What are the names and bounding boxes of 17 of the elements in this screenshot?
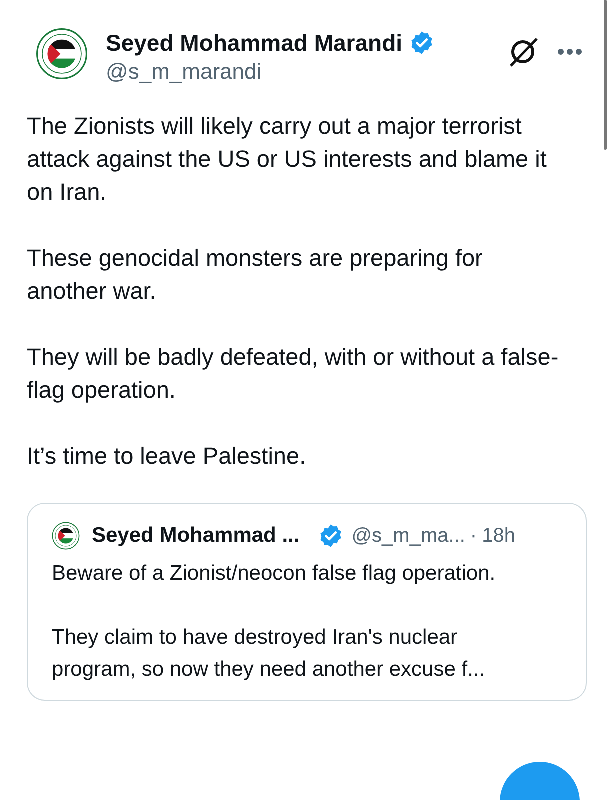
- tweet-text: They will be badly defeated, with or without a false-flag operation.: [27, 343, 560, 405]
- tweet-text: It’s time to leave Palestine.: [27, 442, 308, 471]
- separator-dot: ·: [470, 524, 478, 549]
- quoted-tweet-card[interactable]: Seyed Mohammad ... @s_m_ma... · 18h Beware of a Zionist/neocon false flag operation. They claim to have destroyed Iran's nuclear program, so now they need another excuse f...: [27, 503, 587, 700]
- quoted-tweet-text: They claim to have destroyed Iran's nuclear program, so now they need another excuse f...: [52, 624, 486, 682]
- quoted-time: 18h: [482, 524, 516, 549]
- tweet-text: These genocidal monsters are preparing for another war.: [27, 244, 484, 306]
- avatar-emblem-icon: [36, 28, 88, 80]
- author-name: Seyed Mohammad Marandi: [106, 29, 403, 58]
- quoted-author-handle: @s_m_ma...: [352, 524, 466, 549]
- quoted-avatar-emblem-icon: [52, 522, 80, 550]
- slashed-circle-icon[interactable]: [507, 36, 539, 68]
- more-icon[interactable]: [557, 48, 583, 56]
- quoted-author-name: Seyed Mohammad ...: [92, 523, 300, 549]
- tweet-text: The Zionists will likely carry out a major terrorist attack against the US or US interests and blame it on Iran.: [27, 112, 548, 207]
- author-handle: @s_m_marandi: [106, 58, 263, 86]
- quoted-tweet-text: Beware of a Zionist/neocon false flag operation.: [52, 560, 497, 586]
